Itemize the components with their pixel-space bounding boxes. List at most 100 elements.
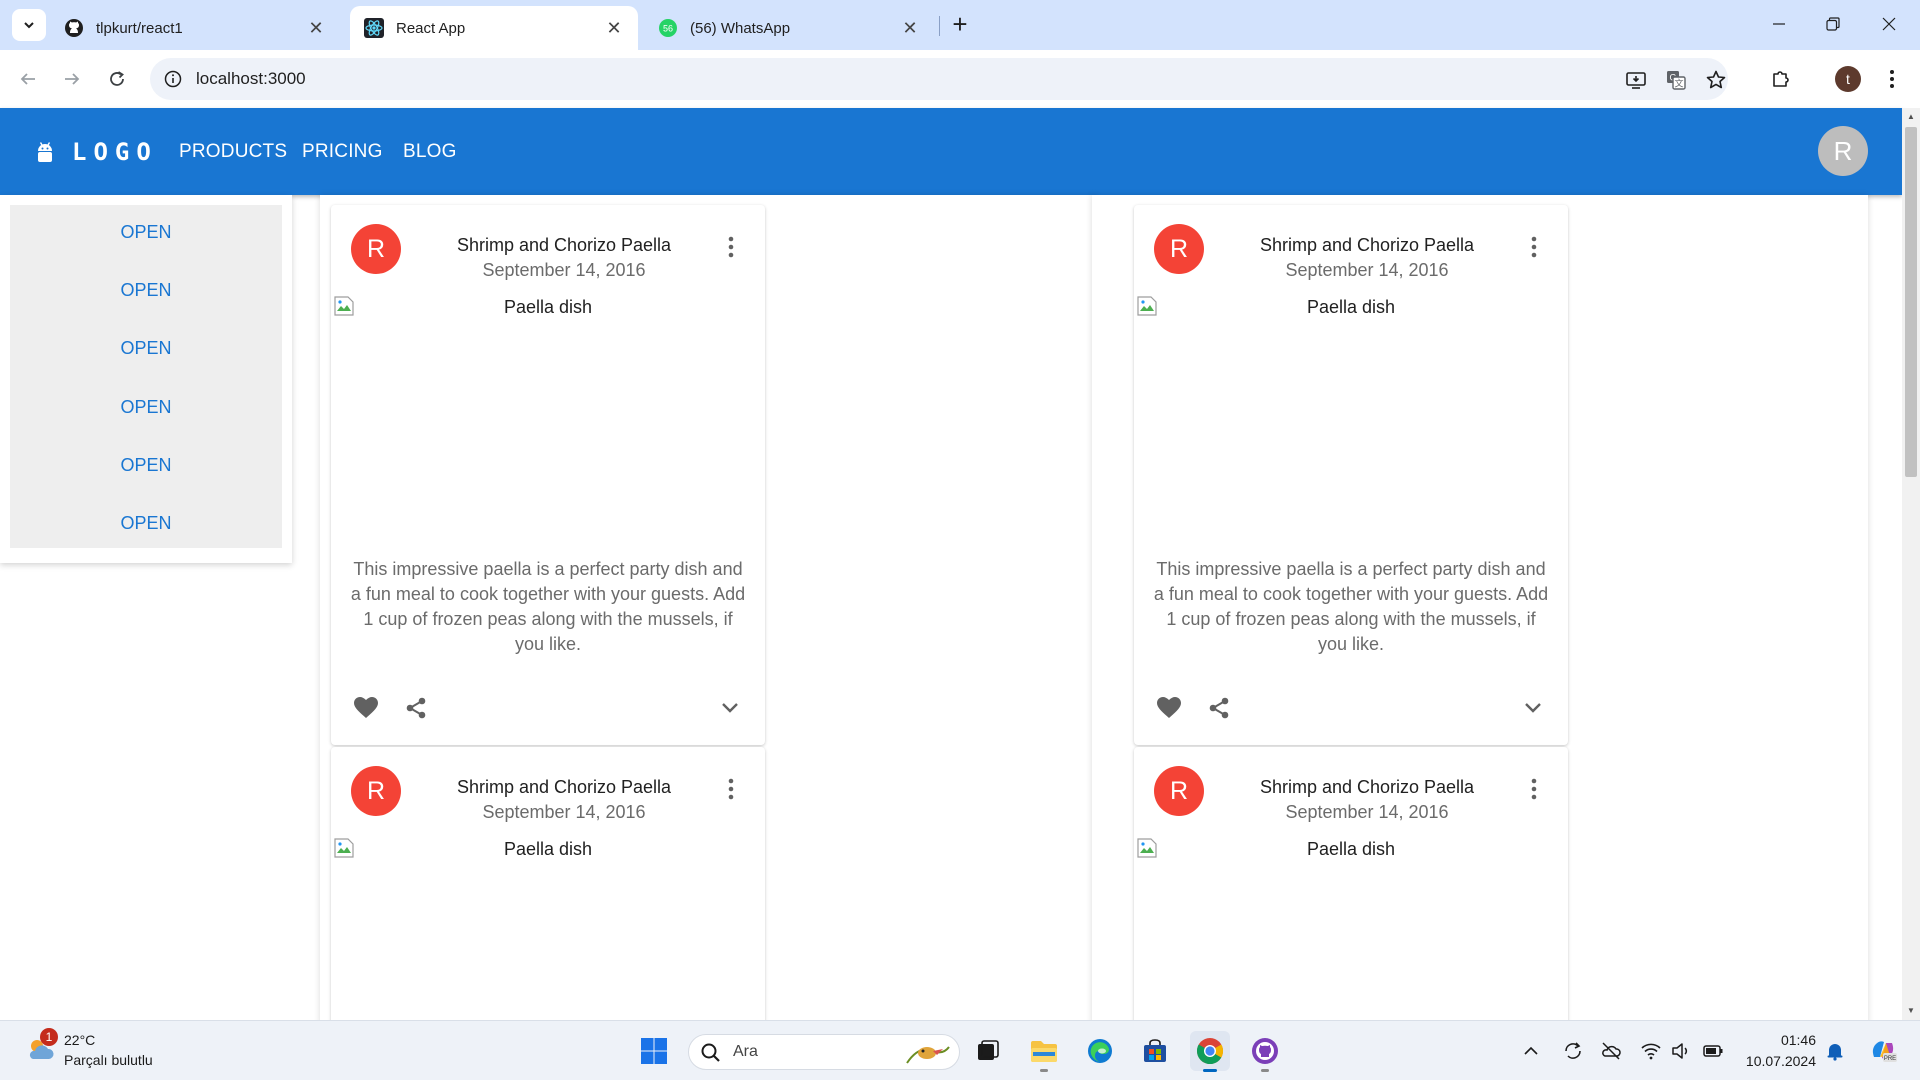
tab-title: React App [396, 19, 466, 37]
card-description: This impressive paella is a perfect part… [1153, 559, 1549, 654]
open-button[interactable]: OPEN [10, 270, 282, 310]
open-button[interactable]: OPEN [10, 503, 282, 543]
scrollbar-thumb[interactable] [1905, 127, 1917, 477]
address-bar[interactable]: localhost:3000 G文 [150, 58, 1728, 100]
search-highlight-image-icon [906, 1046, 950, 1064]
tab-title: tlpkurt/react1 [96, 19, 183, 37]
card-image-alt: Paella dish [1306, 839, 1396, 859]
store-button[interactable] [1135, 1031, 1175, 1071]
expand-button[interactable] [1516, 691, 1550, 725]
card-description: This impressive paella is a perfect part… [350, 559, 746, 654]
close-icon[interactable]: ✕ [900, 18, 920, 38]
browser-menu-button[interactable] [1876, 63, 1908, 95]
bookmark-star-icon[interactable] [1704, 68, 1728, 92]
nav-pricing[interactable]: PRICING [302, 141, 383, 163]
favorite-button[interactable] [349, 691, 383, 725]
share-button[interactable] [1202, 691, 1236, 725]
card-title: Shrimp and Chorizo Paella [456, 235, 672, 255]
weather-temperature[interactable]: 22°C [64, 1032, 95, 1048]
user-avatar[interactable]: R [1818, 126, 1868, 176]
minimize-button[interactable] [1756, 6, 1802, 42]
clock-time[interactable]: 01:46 [1770, 1032, 1816, 1048]
open-button[interactable]: OPEN [10, 387, 282, 427]
card-menu-button[interactable] [1520, 233, 1548, 261]
tab-separator [939, 16, 940, 36]
chrome-button[interactable] [1190, 1031, 1230, 1072]
recipe-card: R Shrimp and Chorizo Paella September 14… [1134, 205, 1568, 745]
task-view-icon [978, 1040, 999, 1060]
windows-logo-icon [641, 1038, 667, 1064]
store-icon [1144, 1039, 1166, 1062]
card-date: September 14, 2016 [482, 802, 646, 822]
wifi-icon[interactable] [1640, 1040, 1662, 1062]
scroll-up-arrow-icon[interactable]: ▲ [1906, 112, 1916, 122]
close-icon[interactable]: ✕ [604, 18, 624, 38]
page-scrollbar[interactable]: ▲ ▼ [1902, 108, 1920, 1020]
open-button[interactable]: OPEN [10, 212, 282, 252]
open-button[interactable]: OPEN [10, 445, 282, 485]
nav-products[interactable]: PRODUCTS [179, 141, 287, 163]
sidebar-button-list: OPEN OPEN OPEN OPEN OPEN OPEN [10, 205, 282, 548]
card-image-alt: Paella dish [503, 297, 593, 317]
nav-blog[interactable]: BLOG [403, 141, 457, 163]
search-icon [701, 1043, 720, 1062]
install-app-icon[interactable] [1624, 68, 1648, 92]
chevron-up-icon[interactable] [1520, 1040, 1542, 1062]
copilot-icon[interactable]: PRE [1868, 1035, 1898, 1065]
card-date: September 14, 2016 [482, 260, 646, 280]
tab-whatsapp[interactable]: 56 (56) WhatsApp ✕ [644, 6, 934, 50]
heart-icon [354, 697, 378, 718]
favorite-button[interactable] [1152, 691, 1186, 725]
edge-button[interactable] [1080, 1031, 1120, 1071]
app-bar: LOGO PRODUCTS PRICING BLOG R [0, 108, 1902, 195]
minimize-icon [1773, 23, 1785, 25]
chevron-down-icon [1525, 703, 1541, 713]
start-button[interactable] [634, 1031, 674, 1071]
translate-icon[interactable]: G文 [1664, 68, 1688, 92]
restore-icon [1826, 17, 1840, 31]
reload-button[interactable] [101, 63, 133, 95]
open-button[interactable]: OPEN [10, 328, 282, 368]
more-vertical-icon [1531, 778, 1537, 800]
recipe-card: R Shrimp and Chorizo Paella September 14… [1134, 747, 1568, 1037]
scroll-down-arrow-icon[interactable]: ▼ [1906, 1006, 1916, 1016]
app-logo[interactable]: LOGO [72, 138, 158, 166]
more-vertical-icon [728, 778, 734, 800]
share-button[interactable] [399, 691, 433, 725]
file-explorer-button[interactable] [1024, 1031, 1064, 1072]
extensions-button[interactable] [1765, 63, 1797, 95]
card-menu-button[interactable] [717, 775, 745, 803]
whatsapp-icon: 56 [658, 18, 678, 38]
edge-icon [1088, 1039, 1112, 1063]
onedrive-offline-icon[interactable] [1600, 1040, 1622, 1062]
forward-button[interactable] [56, 63, 88, 95]
tab-search-button[interactable] [12, 9, 46, 41]
battery-icon[interactable] [1702, 1040, 1724, 1062]
volume-icon[interactable] [1670, 1040, 1692, 1062]
puzzle-icon [1773, 71, 1789, 87]
card-date: September 14, 2016 [1285, 260, 1449, 280]
expand-button[interactable] [713, 691, 747, 725]
close-icon[interactable]: ✕ [306, 18, 326, 38]
notification-bell-icon[interactable] [1824, 1040, 1846, 1062]
weather-description[interactable]: Parçalı bulutlu [64, 1052, 153, 1068]
restore-button[interactable] [1810, 6, 1856, 42]
card-title: Shrimp and Chorizo Paella [1259, 777, 1475, 797]
card-menu-button[interactable] [717, 233, 745, 261]
taskbar-search[interactable]: Ara [688, 1034, 960, 1070]
site-info-icon[interactable] [162, 68, 184, 90]
url-text: localhost:3000 [196, 69, 306, 88]
task-view-button[interactable] [968, 1031, 1008, 1071]
profile-avatar[interactable]: t [1835, 66, 1861, 92]
new-tab-button[interactable]: + [945, 11, 975, 39]
whatsapp-badge: 56 [663, 24, 673, 34]
card-menu-button[interactable] [1520, 775, 1548, 803]
windows-taskbar: 1 22°C Parçalı bulutlu Ara 01:46 10.07.2… [0, 1020, 1920, 1080]
sync-icon[interactable] [1562, 1040, 1584, 1062]
back-button[interactable] [12, 63, 44, 95]
tab-react-app[interactable]: React App ✕ [350, 6, 638, 50]
close-window-button[interactable] [1866, 6, 1912, 42]
tab-github[interactable]: tlpkurt/react1 ✕ [50, 6, 340, 50]
github-desktop-button[interactable] [1245, 1031, 1285, 1072]
clock-date[interactable]: 10.07.2024 [1740, 1053, 1816, 1069]
